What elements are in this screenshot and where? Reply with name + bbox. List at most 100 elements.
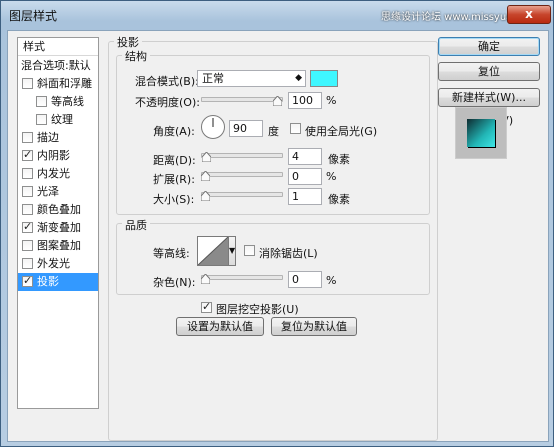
distance-label: 距离(D): xyxy=(153,154,196,167)
layer-style-window: 图层样式 思缘设计论坛 www.missyuan.com x 样式 混合选项:默… xyxy=(0,0,554,447)
contour-label: 等高线: xyxy=(153,247,190,260)
styles-list-item[interactable]: 纹理 xyxy=(18,111,98,129)
blend-mode-label: 混合模式(B): xyxy=(135,75,199,88)
styles-list-item[interactable]: ✓ 投影 xyxy=(18,273,98,291)
dialog-body: 样式 混合选项:默认斜面和浮雕等高线纹理描边 ✓ 内阴影内发光光泽颜色叠加 ✓ 渐变叠加… xyxy=(7,30,549,442)
set-default-button[interactable]: 设置为默认值 xyxy=(176,317,264,336)
spread-input[interactable]: 0 xyxy=(288,168,322,185)
check-icon: ✓ xyxy=(23,274,33,287)
global-light-label: 使用全局光(G) xyxy=(305,125,378,138)
blend-mode-value: 正常 xyxy=(202,72,224,85)
distance-input[interactable]: 4 xyxy=(288,148,322,165)
structure-title: 结构 xyxy=(122,48,150,64)
spread-slider-thumb[interactable] xyxy=(201,171,210,181)
styles-list-checkbox[interactable] xyxy=(36,114,47,125)
styles-list-item-label: 图案叠加 xyxy=(37,239,81,252)
styles-list-item[interactable]: 描边 xyxy=(18,129,98,147)
blend-mode-select[interactable]: 正常 ◆ xyxy=(197,70,306,87)
spread-slider[interactable] xyxy=(201,172,283,177)
check-icon: ✓ xyxy=(202,300,212,313)
reset-default-button[interactable]: 复位为默认值 xyxy=(271,317,357,336)
size-input[interactable]: 1 xyxy=(288,188,322,205)
ok-button[interactable]: 确定 xyxy=(438,37,540,56)
styles-list-item[interactable]: 斜面和浮雕 xyxy=(18,75,98,93)
styles-list-item[interactable]: 外发光 xyxy=(18,255,98,273)
title-bar[interactable]: 图层样式 思缘设计论坛 www.missyuan.com x xyxy=(1,1,553,29)
styles-list: 样式 混合选项:默认斜面和浮雕等高线纹理描边 ✓ 内阴影内发光光泽颜色叠加 ✓ 渐变叠加… xyxy=(17,37,99,409)
styles-list-checkbox[interactable] xyxy=(36,96,47,107)
distance-unit: 像素 xyxy=(328,153,350,166)
style-preview-thumbnail xyxy=(455,107,507,159)
styles-list-item-label: 颜色叠加 xyxy=(37,203,81,216)
spread-unit: % xyxy=(326,170,337,183)
distance-slider[interactable] xyxy=(201,153,283,158)
styles-list-item-label: 描边 xyxy=(37,131,59,144)
antialias-checkbox[interactable] xyxy=(244,245,255,256)
contour-picker[interactable] xyxy=(197,236,229,266)
angle-input[interactable]: 90 xyxy=(229,120,263,137)
angle-unit: 度 xyxy=(268,125,279,138)
preview-square xyxy=(467,119,495,147)
new-style-button[interactable]: 新建样式(W)... xyxy=(438,88,540,107)
styles-list-item-label: 纹理 xyxy=(51,113,73,126)
styles-list-header[interactable]: 样式 xyxy=(18,38,98,56)
select-arrow-icon: ◆ xyxy=(295,73,302,83)
spread-label: 扩展(R): xyxy=(153,173,195,186)
styles-list-checkbox[interactable] xyxy=(22,168,33,179)
size-slider[interactable] xyxy=(201,192,283,197)
size-unit: 像素 xyxy=(328,193,350,206)
noise-unit: % xyxy=(326,274,337,287)
size-label: 大小(S): xyxy=(153,193,195,206)
styles-list-checkbox[interactable]: ✓ xyxy=(22,220,33,233)
contour-dropdown-icon[interactable]: ▼ xyxy=(229,236,236,266)
angle-dial[interactable] xyxy=(201,115,225,139)
noise-slider-thumb[interactable] xyxy=(201,274,210,284)
styles-list-checkbox[interactable]: ✓ xyxy=(22,274,33,287)
check-icon: ✓ xyxy=(23,220,33,233)
styles-list-item-label: 渐变叠加 xyxy=(37,221,81,234)
styles-list-item-label: 光泽 xyxy=(37,185,59,198)
quality-title: 品质 xyxy=(122,217,150,233)
styles-list-checkbox[interactable] xyxy=(22,240,33,251)
styles-list-checkbox[interactable] xyxy=(22,78,33,89)
styles-list-checkbox[interactable] xyxy=(22,258,33,269)
opacity-label: 不透明度(O): xyxy=(135,96,200,109)
styles-list-item[interactable]: 图案叠加 xyxy=(18,237,98,255)
blend-color-swatch[interactable] xyxy=(310,70,338,87)
reset-button[interactable]: 复位 xyxy=(438,62,540,81)
styles-list-item-label: 等高线 xyxy=(51,95,84,108)
knockout-checkbox[interactable]: ✓ xyxy=(201,300,212,313)
opacity-slider-thumb[interactable] xyxy=(273,96,282,106)
noise-label: 杂色(N): xyxy=(153,276,196,289)
styles-list-item[interactable]: 等高线 xyxy=(18,93,98,111)
noise-input[interactable]: 0 xyxy=(288,271,322,288)
styles-list-item-label: 内发光 xyxy=(37,167,70,180)
styles-list-checkbox[interactable]: ✓ xyxy=(22,148,33,161)
styles-list-item[interactable]: 光泽 xyxy=(18,183,98,201)
styles-list-checkbox[interactable] xyxy=(22,132,33,143)
styles-list-item[interactable]: ✓ 内阴影 xyxy=(18,147,98,165)
opacity-unit: % xyxy=(326,94,337,107)
close-button[interactable]: x xyxy=(507,5,551,24)
window-title: 图层样式 xyxy=(9,9,58,23)
styles-list-item[interactable]: ✓ 渐变叠加 xyxy=(18,219,98,237)
global-light-checkbox[interactable] xyxy=(290,123,301,134)
distance-slider-thumb[interactable] xyxy=(202,152,211,162)
styles-list-item[interactable]: 颜色叠加 xyxy=(18,201,98,219)
styles-list-checkbox[interactable] xyxy=(22,204,33,215)
noise-slider[interactable] xyxy=(201,275,283,280)
knockout-label: 图层挖空投影(U) xyxy=(216,303,299,316)
opacity-slider[interactable] xyxy=(201,97,283,102)
styles-list-item-label: 斜面和浮雕 xyxy=(37,77,92,90)
styles-list-item-label: 外发光 xyxy=(37,257,70,270)
styles-list-item-label: 内阴影 xyxy=(37,149,70,162)
styles-list-item-label: 投影 xyxy=(37,275,59,288)
opacity-input[interactable]: 100 xyxy=(288,92,322,109)
styles-list-item[interactable]: 混合选项:默认 xyxy=(18,57,98,75)
size-slider-thumb[interactable] xyxy=(201,191,210,201)
styles-list-checkbox[interactable] xyxy=(22,186,33,197)
styles-list-item[interactable]: 内发光 xyxy=(18,165,98,183)
check-icon: ✓ xyxy=(23,148,33,161)
antialias-label: 消除锯齿(L) xyxy=(259,247,318,260)
styles-list-item-label: 混合选项:默认 xyxy=(21,59,91,72)
